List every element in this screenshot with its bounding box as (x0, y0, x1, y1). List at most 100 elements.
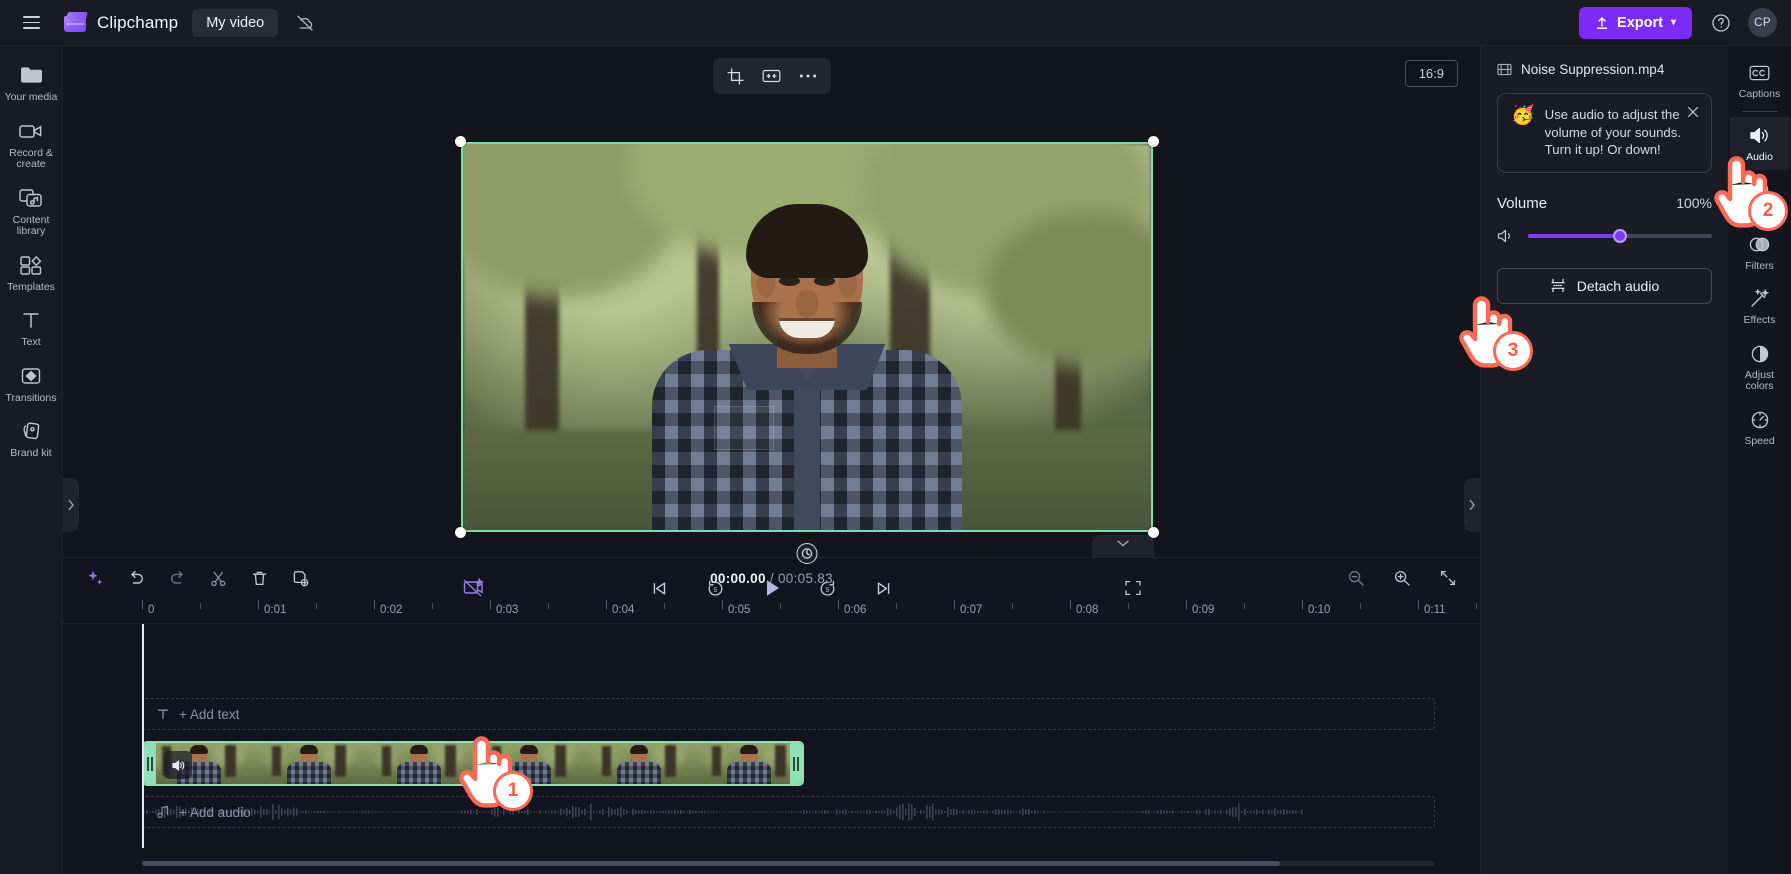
clip-thumbnail (694, 743, 802, 784)
chevron-down-icon: ▾ (1670, 17, 1676, 28)
clip-thumbnail (144, 743, 254, 784)
trim-handle-right[interactable] (790, 743, 802, 784)
track-audio: + Add audio (142, 796, 1435, 828)
trim-handle-left[interactable] (144, 743, 156, 784)
right-rail-audio[interactable]: Audio (1729, 116, 1790, 170)
film-strip-icon (1497, 63, 1512, 76)
speaker-icon[interactable] (1497, 228, 1515, 244)
clip-audio-toggle[interactable] (164, 751, 192, 779)
sidebar-item-text[interactable]: Text (2, 301, 60, 355)
add-text-track[interactable]: + Add text (142, 698, 1435, 730)
left-sidebar: Your media Record & create Content libra… (0, 46, 63, 874)
resize-handle-top-left[interactable] (455, 136, 466, 147)
detach-audio-button[interactable]: Detach audio (1497, 267, 1712, 304)
ruler-tick: 0:10 (1302, 600, 1330, 616)
ruler-tick: 0:05 (722, 600, 750, 616)
playhead[interactable] (142, 624, 144, 848)
export-button[interactable]: Export ▾ (1579, 6, 1692, 39)
trash-icon[interactable] (245, 564, 273, 592)
ellipsis-icon[interactable] (793, 63, 823, 89)
volume-row: Volume 100% (1497, 195, 1712, 212)
fit-icon[interactable] (757, 63, 787, 89)
ruler-tick-minor (1012, 600, 1013, 609)
close-icon[interactable] (1684, 103, 1702, 121)
clipchamp-editor: Clipchamp My video Export ▾ CP Your medi… (0, 0, 1791, 874)
redo-icon[interactable] (163, 564, 191, 592)
sidebar-label: Record & create (9, 146, 53, 170)
ruler-tick-minor (1360, 600, 1361, 609)
fade-icon (1750, 179, 1770, 201)
right-sidebar: Captions Audio Fade Filters Effects Adju… (1728, 46, 1791, 874)
sidebar-label: Content library (12, 213, 50, 237)
ruler-tick-label: 0:06 (844, 604, 867, 616)
sidebar-item-your-media[interactable]: Your media (2, 56, 60, 110)
undo-icon[interactable] (122, 564, 150, 592)
tip-text: Use audio to adjust the volume of your s… (1544, 107, 1682, 157)
volume-slider[interactable] (1528, 228, 1712, 243)
ruler-tick: 0:08 (1070, 600, 1098, 616)
ruler-tick-minor (896, 600, 897, 609)
volume-slider-knob[interactable] (1613, 228, 1627, 243)
collapse-right-panel-handle[interactable] (1464, 478, 1480, 532)
right-rail-label: Adjust colors (1744, 368, 1775, 392)
right-rail-captions[interactable]: Captions (1730, 54, 1790, 108)
zoom-in-icon[interactable] (1388, 564, 1416, 592)
crop-icon[interactable] (721, 63, 751, 89)
sidebar-item-transitions[interactable]: Transitions (2, 357, 60, 411)
collapse-timeline-handle[interactable] (1091, 535, 1154, 557)
detach-audio-label: Detach audio (1576, 277, 1660, 294)
center-column: 16:9 5 5 00:00.00 / 00:05.83 0 0:01 0:02… (63, 46, 1480, 874)
question-circle-icon[interactable] (1706, 8, 1736, 38)
add-audio-label: + Add audio (179, 804, 251, 820)
ruler-tick: 0:04 (606, 600, 634, 616)
right-rail-effects[interactable]: Effects (1730, 280, 1790, 334)
right-rail-label: Effects (1743, 314, 1776, 326)
panel-clip-header: Noise Suppression.mp4 (1497, 62, 1712, 77)
duplicate-icon[interactable] (286, 564, 314, 592)
resize-handle-bottom-left[interactable] (455, 527, 466, 538)
cloud-off-icon[interactable] (292, 10, 318, 36)
brand: Clipchamp (64, 11, 178, 34)
total-time: 00:05.83 (777, 570, 833, 586)
music-note-icon (157, 805, 168, 819)
ruler-tick: 0:02 (374, 600, 402, 616)
sidebar-item-content-library[interactable]: Content library (2, 179, 60, 244)
right-rail-fade[interactable]: Fade (1730, 171, 1790, 225)
aspect-ratio-button[interactable]: 16:9 (1404, 60, 1458, 87)
transitions-icon (19, 364, 43, 388)
ruler-tick-label: 0 (148, 604, 155, 616)
scissors-icon[interactable] (204, 564, 232, 592)
ruler-tick: 0 (142, 600, 154, 616)
right-rail-speed[interactable]: Speed (1730, 401, 1790, 455)
sidebar-item-record-create[interactable]: Record & create (2, 112, 60, 177)
project-name-field[interactable]: My video (192, 8, 279, 37)
fit-timeline-icon[interactable] (1434, 564, 1462, 592)
right-rail-adjust-colors[interactable]: Adjust colors (1730, 335, 1790, 400)
hamburger-icon[interactable] (16, 8, 46, 38)
preview-stage: 16:9 5 5 (63, 46, 1480, 597)
right-rail-filters[interactable]: Filters (1730, 226, 1790, 280)
avatar[interactable]: CP (1748, 8, 1777, 37)
video-preview[interactable] (461, 142, 1153, 532)
editor-body: Your media Record & create Content libra… (0, 46, 1791, 874)
collapse-left-panel-handle[interactable] (63, 478, 79, 532)
sidebar-item-brand-kit[interactable]: Brand kit (2, 412, 60, 466)
timeline-horizontal-scrollbar[interactable] (142, 861, 1435, 866)
ruler-tick: 0:03 (490, 600, 518, 616)
zoom-out-icon[interactable] (1342, 564, 1370, 592)
ruler-tick-minor (200, 600, 201, 609)
ruler-tick-label: 0:02 (380, 604, 403, 616)
sparkle-icon[interactable] (81, 564, 109, 592)
sidebar-item-templates[interactable]: Templates (2, 246, 60, 300)
timeline-video-clip[interactable] (142, 741, 804, 786)
timeline-ruler[interactable]: 0 0:01 0:02 0:03 0:04 0:05 0:06 0:07 0:08 0:09 0:1… (63, 598, 1480, 624)
text-icon (20, 308, 42, 332)
resize-handle-top-right[interactable] (1148, 136, 1159, 147)
sidebar-label: Text (21, 336, 41, 348)
video-preview-selection[interactable] (455, 136, 1159, 564)
ruler-tick-minor (664, 600, 665, 609)
ruler-tick: 0:06 (838, 600, 866, 616)
add-audio-track[interactable]: + Add audio (142, 796, 1435, 828)
adjust-colors-icon (1750, 343, 1770, 365)
timeline-tracks: + Add text + Add audio (63, 624, 1480, 874)
